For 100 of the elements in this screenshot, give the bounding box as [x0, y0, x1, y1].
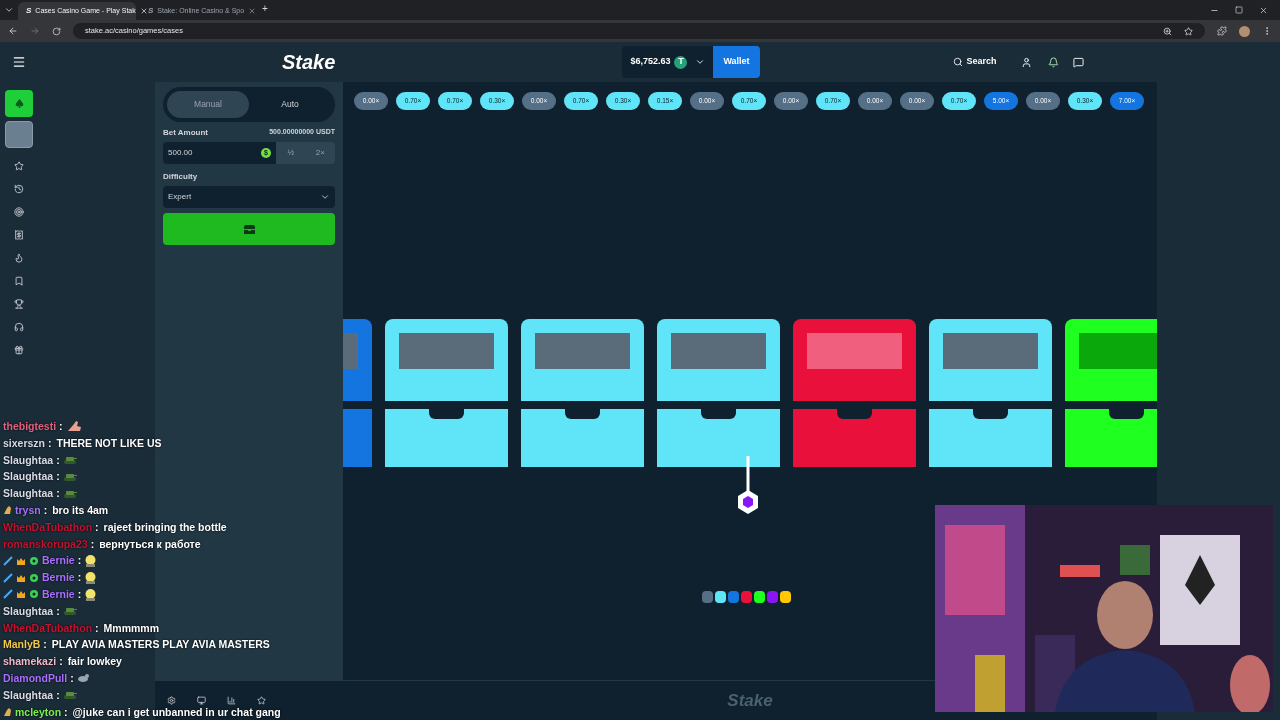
- tank-emote-icon: [62, 455, 77, 465]
- sword-badge-icon: [3, 572, 13, 583]
- case-icon: [242, 223, 256, 235]
- screen-icon[interactable]: [197, 696, 206, 705]
- chat-username: sixerszn: [3, 435, 46, 451]
- chat-colon: :: [43, 503, 48, 518]
- flame-icon[interactable]: [14, 253, 24, 263]
- chat-colon: :: [95, 620, 99, 636]
- chat-username: Slaughtaa: [3, 603, 54, 619]
- tank-emote-icon: [62, 471, 77, 482]
- chat-message: вернуться к работе: [99, 536, 201, 552]
- chat-colon: :: [56, 469, 60, 485]
- chat-username: WhenDaTubathon: [3, 620, 93, 636]
- chat-colon: :: [90, 536, 95, 552]
- bookmark-star-icon[interactable]: [1184, 26, 1193, 36]
- game-thumbnail[interactable]: [5, 90, 33, 117]
- half-button[interactable]: ½: [276, 142, 306, 164]
- settings-icon[interactable]: [167, 696, 176, 705]
- chat-message: Mmmmmm: [103, 620, 159, 636]
- chat-username: Slaughtaa: [3, 687, 54, 703]
- chat-colon: :: [56, 486, 60, 502]
- hand-badge-icon: [3, 706, 12, 717]
- chat-colon: :: [48, 435, 52, 451]
- difficulty-label: Difficulty: [163, 171, 199, 183]
- chat-username: Bernie: [42, 570, 75, 586]
- receipt-icon[interactable]: [14, 230, 24, 240]
- game-thumbnail[interactable]: [5, 121, 33, 148]
- hand-emote-icon: [65, 420, 82, 433]
- crown-badge-icon: [16, 589, 26, 600]
- bell-icon[interactable]: [1047, 56, 1059, 68]
- chat-message: fair lowkey: [67, 654, 122, 670]
- mode-tab[interactable]: Auto: [249, 91, 331, 118]
- bookmark-icon[interactable]: [14, 276, 24, 286]
- tank-emote-icon: [62, 606, 77, 617]
- chat-colon: :: [59, 654, 63, 670]
- spade-icon: [14, 99, 24, 108]
- close-icon[interactable]: [139, 7, 148, 15]
- bet-amount-label: Bet Amount: [163, 127, 209, 139]
- tab-favicon: S: [26, 5, 32, 17]
- chat-username: Slaughtaa: [3, 486, 54, 502]
- caret-icon: [320, 192, 330, 202]
- chat-colon: :: [70, 670, 74, 686]
- maximize-icon[interactable]: [1235, 6, 1243, 14]
- tank-emote-icon: [62, 488, 77, 499]
- chat-message: @juke can i get unbanned in ur chat gang: [72, 704, 281, 720]
- chat-colon: :: [77, 553, 82, 569]
- mode-tab[interactable]: Manual: [167, 91, 249, 118]
- chat-username: Slaughtaa: [3, 469, 54, 485]
- chat-colon: :: [56, 687, 60, 703]
- close-icon[interactable]: [248, 7, 257, 15]
- chat-username: mcleyton: [15, 704, 62, 720]
- face-emote-icon: [84, 554, 98, 568]
- chat-username: shamekazi: [3, 654, 57, 670]
- currency-badge: T: [674, 55, 688, 69]
- chat-icon[interactable]: [1072, 56, 1084, 68]
- zoom-icon[interactable]: [1163, 26, 1172, 36]
- chat-colon: :: [95, 519, 99, 535]
- chat-message: rajeet bringing the bottle: [103, 519, 227, 535]
- chat-username: DiamondPull: [3, 670, 68, 686]
- tab-favicon: S: [148, 5, 154, 17]
- chat-colon: :: [59, 419, 63, 434]
- chat-message: PLAY AVIA MASTERS PLAY AVIA MASTERS: [51, 637, 270, 653]
- headset-icon[interactable]: [14, 322, 24, 332]
- face-emote-icon: [84, 587, 98, 601]
- chat-colon: :: [56, 452, 60, 468]
- chat-username: romanskorupa23: [3, 536, 88, 552]
- new-tab-button[interactable]: +: [262, 1, 268, 16]
- reload-icon[interactable]: [52, 26, 61, 36]
- chat-username: Bernie: [42, 586, 75, 602]
- wallet-button[interactable]: Wallet: [713, 46, 760, 78]
- history-icon[interactable]: [14, 184, 24, 194]
- double-button[interactable]: 2×: [305, 142, 335, 164]
- chat-message: bro its 4am: [52, 503, 109, 518]
- star-icon[interactable]: [14, 161, 24, 171]
- chat-colon: :: [77, 570, 82, 586]
- sword-badge-icon: [3, 555, 13, 566]
- back-icon[interactable]: [8, 26, 18, 36]
- face-emote-icon: [84, 571, 98, 585]
- chat-username: WhenDaTubathon: [3, 519, 93, 535]
- user-icon[interactable]: [1020, 56, 1032, 68]
- menu-icon[interactable]: [12, 55, 26, 69]
- hand-badge-icon: [3, 505, 12, 516]
- tab-list-icon[interactable]: [4, 5, 14, 15]
- chat-username: thebigtesti: [3, 419, 57, 434]
- search-button[interactable]: Search: [952, 55, 997, 69]
- close-icon[interactable]: [1259, 6, 1268, 15]
- chat-colon: :: [43, 637, 47, 653]
- gift-icon[interactable]: [14, 345, 24, 355]
- bet-input-value: 500.00: [168, 147, 193, 159]
- star-icon[interactable]: [257, 696, 266, 705]
- target-icon[interactable]: [14, 207, 24, 217]
- chat-username: trysn: [15, 503, 41, 518]
- extensions-icon[interactable]: [1217, 26, 1227, 36]
- difficulty-select[interactable]: Expert: [163, 186, 335, 208]
- stake-logo[interactable]: Stake: [282, 47, 336, 77]
- stats-icon[interactable]: [227, 696, 236, 705]
- stake-watermark-logo: Stake: [727, 689, 773, 712]
- profile-avatar[interactable]: [1239, 25, 1250, 37]
- trophy-icon[interactable]: [14, 299, 24, 309]
- balance-selector[interactable]: $6,752.63 T: [622, 46, 714, 78]
